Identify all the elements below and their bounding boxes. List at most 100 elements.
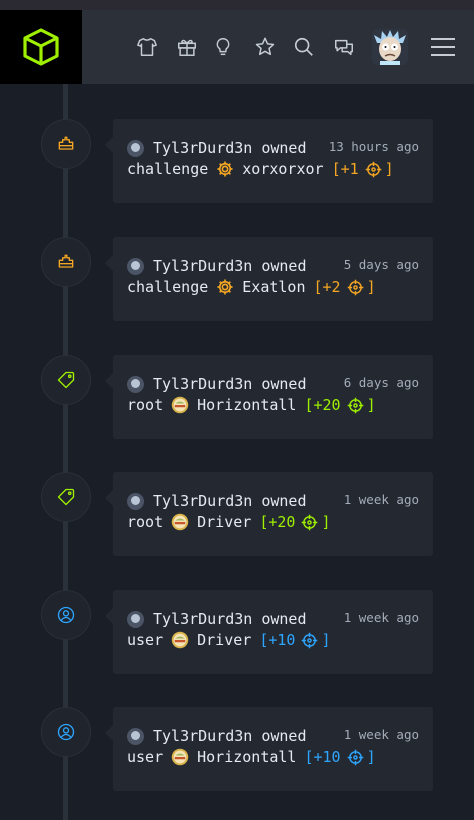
crosshair-icon (359, 161, 385, 178)
username-link[interactable]: Tyl3rDurd3n (153, 610, 252, 628)
puzzle-icon (58, 136, 74, 150)
cube-logo-icon (23, 28, 59, 66)
top-navbar (0, 10, 474, 84)
crosshair-icon (295, 514, 321, 531)
crosshair-icon (341, 397, 367, 414)
target-link[interactable]: Horizontall (197, 396, 296, 414)
user-mini-avatar[interactable] (127, 139, 144, 157)
timestamp: 1 week ago (343, 610, 419, 625)
action-text: owned (261, 139, 307, 157)
points-badge: [+2] (314, 278, 376, 296)
target-link[interactable]: Exatlon (242, 278, 305, 296)
lightbulb-icon[interactable] (210, 34, 236, 60)
own-type-label: user (127, 748, 164, 766)
timeline-entry: Tyl3rDurd3n owned 1 week ago user Driver [+10… (0, 590, 474, 674)
target-link[interactable]: Horizontall (197, 748, 296, 766)
htb-logo[interactable] (0, 10, 82, 84)
challenge-gear-icon (216, 278, 234, 296)
tag-icon (57, 371, 75, 389)
machine-avatar-icon (171, 631, 189, 649)
user-mini-avatar[interactable] (127, 375, 144, 393)
user-circle-icon (57, 723, 75, 741)
username-link[interactable]: Tyl3rDurd3n (153, 257, 252, 275)
points-close: ] (321, 513, 331, 531)
timestamp: 5 days ago (343, 257, 419, 272)
timeline-entry: Tyl3rDurd3n owned 13 hours ago challenge xor… (0, 119, 474, 203)
search-icon[interactable] (291, 34, 317, 60)
star-icon[interactable] (252, 34, 278, 60)
timeline-badge (41, 237, 91, 287)
activity-card: Tyl3rDurd3n owned 5 days ago challenge Exatl… (105, 237, 433, 321)
points-text: [+20 (304, 396, 341, 414)
timeline-badge (41, 590, 91, 640)
username-link[interactable]: Tyl3rDurd3n (153, 375, 252, 393)
card-pointer (105, 490, 113, 506)
points-close: ] (321, 631, 331, 649)
chat-icon[interactable] (331, 34, 357, 60)
timeline-entry: Tyl3rDurd3n owned 6 days ago root Horizontal… (0, 355, 474, 439)
shirt-icon[interactable] (134, 34, 160, 60)
timeline-entry: Tyl3rDurd3n owned 5 days ago challenge Exatl… (0, 237, 474, 321)
rick-avatar-icon (372, 29, 408, 65)
points-text: [+10 (304, 748, 341, 766)
activity-card: Tyl3rDurd3n owned 6 days ago root Horizontal… (105, 355, 433, 439)
action-text: owned (261, 492, 307, 510)
user-mini-avatar[interactable] (127, 492, 144, 510)
timestamp: 1 week ago (343, 492, 419, 507)
target-link[interactable]: xorxorxor (242, 160, 323, 178)
action-text: owned (261, 610, 307, 628)
timeline-badge (41, 472, 91, 522)
points-text: [+1 (331, 160, 359, 178)
points-close: ] (366, 278, 376, 296)
machine-avatar-icon (171, 748, 189, 766)
browser-top-strip (0, 0, 474, 10)
hamburger-icon (431, 38, 455, 56)
action-text: owned (261, 727, 307, 745)
points-badge: [+1] (332, 160, 394, 178)
own-type-label: root (127, 513, 164, 531)
points-text: [+20 (259, 513, 296, 531)
timeline-badge (41, 355, 91, 405)
machine-avatar-icon (171, 396, 189, 414)
username-link[interactable]: Tyl3rDurd3n (153, 139, 252, 157)
activity-card: Tyl3rDurd3n owned 1 week ago user Driver [+10… (105, 590, 433, 674)
challenge-gear-icon (216, 160, 234, 178)
target-link[interactable]: Driver (197, 513, 251, 531)
timeline-entry: Tyl3rDurd3n owned 1 week ago root Driver [+20… (0, 472, 474, 556)
points-close: ] (366, 396, 376, 414)
crosshair-icon (295, 632, 321, 649)
crosshair-icon (341, 279, 367, 296)
card-pointer (105, 608, 113, 624)
activity-card: Tyl3rDurd3n owned 1 week ago root Driver [+20… (105, 472, 433, 556)
user-avatar[interactable] (372, 29, 408, 65)
username-link[interactable]: Tyl3rDurd3n (153, 727, 252, 745)
points-close: ] (384, 160, 394, 178)
target-link[interactable]: Driver (197, 631, 251, 649)
activity-card: Tyl3rDurd3n owned 13 hours ago challenge xor… (105, 119, 433, 203)
timeline-badge (41, 119, 91, 169)
own-type-label: challenge (127, 160, 209, 178)
hamburger-menu-button[interactable] (428, 34, 458, 60)
timestamp: 13 hours ago (328, 139, 419, 154)
points-badge: [+10] (304, 748, 375, 766)
user-mini-avatar[interactable] (127, 257, 144, 275)
puzzle-icon (58, 254, 74, 268)
points-badge: [+20] (259, 513, 330, 531)
gift-icon[interactable] (174, 34, 200, 60)
timeline-badge (41, 707, 91, 757)
user-mini-avatar[interactable] (127, 727, 144, 745)
action-text: owned (261, 375, 307, 393)
user-mini-avatar[interactable] (127, 610, 144, 628)
own-type-label: user (127, 631, 164, 649)
timestamp: 6 days ago (343, 375, 419, 390)
points-badge: [+20] (304, 396, 375, 414)
card-pointer (105, 373, 113, 389)
crosshair-icon (341, 749, 367, 766)
card-pointer (105, 725, 113, 741)
username-link[interactable]: Tyl3rDurd3n (153, 492, 252, 510)
timestamp: 1 week ago (343, 727, 419, 742)
tag-icon (57, 488, 75, 506)
own-type-label: root (127, 396, 164, 414)
action-text: owned (261, 257, 307, 275)
points-close: ] (366, 748, 376, 766)
